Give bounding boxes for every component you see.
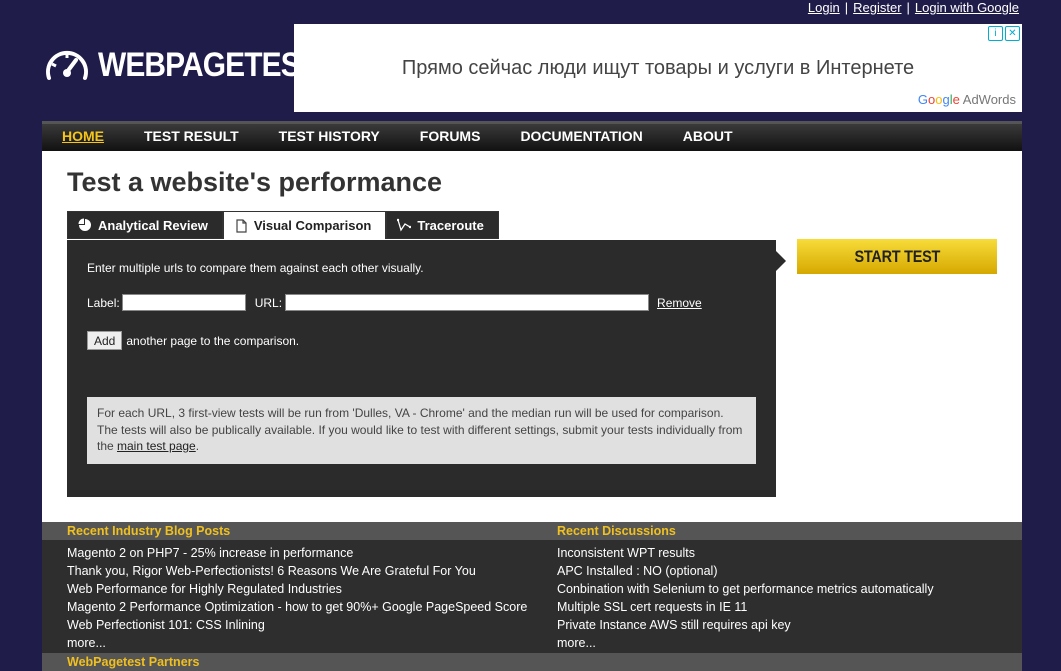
add-row: Add another page to the comparison.	[87, 331, 299, 350]
separator: |	[844, 0, 849, 15]
remove-link[interactable]: Remove	[657, 296, 702, 310]
tab-visual-comparison[interactable]: Visual Comparison	[222, 211, 387, 239]
tab-analytical-review[interactable]: Analytical Review	[67, 211, 223, 239]
test-tabs: Analytical Review Visual Comparison Trac…	[67, 211, 499, 239]
main-test-page-link[interactable]: main test page	[117, 439, 196, 453]
url-field-label: URL:	[254, 295, 283, 310]
visual-comparison-panel: Enter multiple urls to compare them agai…	[67, 240, 776, 497]
logo-wordmark: WEBPAGETEST	[98, 46, 318, 84]
nav-home[interactable]: HOME	[42, 124, 124, 144]
blog-item[interactable]: Magento 2 Performance Optimization - how…	[67, 598, 527, 616]
pie-chart-icon	[78, 218, 91, 231]
discussion-item[interactable]: Private Instance AWS still requires api …	[557, 616, 934, 634]
label-field-label: Label:	[87, 295, 120, 310]
login-link[interactable]: Login	[808, 0, 840, 15]
add-suffix: another page to the comparison.	[126, 333, 300, 348]
ad-info-icon[interactable]: i	[988, 26, 1003, 41]
lower-section: Recent Industry Blog Posts Magento 2 on …	[42, 522, 1022, 671]
discussions-more-link[interactable]: more...	[557, 634, 934, 652]
discussion-item[interactable]: Conbination with Selenium to get perform…	[557, 580, 934, 598]
nav-test-result[interactable]: TEST RESULT	[124, 124, 259, 144]
ad-text: Прямо сейчас люди ищут товары и услуги в…	[401, 57, 915, 79]
discussion-item[interactable]: Multiple SSL cert requests in IE 11	[557, 598, 934, 616]
comparison-note: For each URL, 3 first-view tests will be…	[87, 397, 756, 464]
speedometer-icon	[46, 50, 88, 80]
blog-item[interactable]: Web Perfectionist 101: CSS Inlining	[67, 616, 527, 634]
nav-test-history[interactable]: TEST HISTORY	[259, 124, 400, 144]
google-adwords-logo: Google AdWords	[917, 92, 1016, 107]
traceroute-icon	[397, 218, 412, 232]
url-input[interactable]	[285, 294, 650, 311]
blog-item[interactable]: Thank you, Rigor Web-Perfectionists! 6 R…	[67, 562, 527, 580]
partners-bar: WebPagetest Partners	[42, 653, 1022, 671]
discussion-item[interactable]: Inconsistent WPT results	[557, 544, 934, 562]
blog-heading: Recent Industry Blog Posts	[67, 524, 231, 538]
add-button[interactable]: Add	[87, 331, 123, 350]
start-arrow	[776, 251, 786, 271]
tab-traceroute[interactable]: Traceroute	[386, 211, 499, 239]
ad-banner[interactable]: i ✕ Прямо сейчас люди ищут товары и услу…	[294, 24, 1022, 112]
start-test-button[interactable]: START TEST	[797, 239, 997, 274]
discussions-heading: Recent Discussions	[557, 524, 676, 538]
blog-item[interactable]: Web Performance for Highly Regulated Ind…	[67, 580, 527, 598]
recent-discussions: Recent Discussions Inconsistent WPT resu…	[557, 522, 934, 652]
nav-documentation[interactable]: DOCUMENTATION	[500, 124, 662, 144]
partners-heading: WebPagetest Partners	[67, 655, 200, 669]
document-icon	[236, 218, 247, 233]
label-input[interactable]	[121, 294, 246, 311]
page-title: Test a website's performance	[67, 167, 443, 197]
nav-about[interactable]: ABOUT	[663, 124, 753, 144]
panel-intro: Enter multiple urls to compare them agai…	[87, 261, 424, 275]
login-google-link[interactable]: Login with Google	[915, 0, 1019, 15]
register-link[interactable]: Register	[853, 0, 901, 15]
ad-close-icon[interactable]: ✕	[1005, 26, 1020, 41]
blog-posts: Recent Industry Blog Posts Magento 2 on …	[67, 522, 527, 652]
discussion-item[interactable]: APC Installed : NO (optional)	[557, 562, 934, 580]
blog-more-link[interactable]: more...	[67, 634, 527, 652]
nav-forums[interactable]: FORUMS	[400, 124, 501, 144]
main-content: Test a website's performance Analytical …	[42, 151, 1022, 522]
url-row: Label: URL: Remove	[87, 294, 702, 311]
auth-links: Login | Register | Login with Google	[806, 0, 1021, 15]
separator: |	[906, 0, 910, 15]
main-nav: HOME TEST RESULT TEST HISTORY FORUMS DOC…	[42, 121, 1022, 151]
blog-item[interactable]: Magento 2 on PHP7 - 25% increase in perf…	[67, 544, 527, 562]
